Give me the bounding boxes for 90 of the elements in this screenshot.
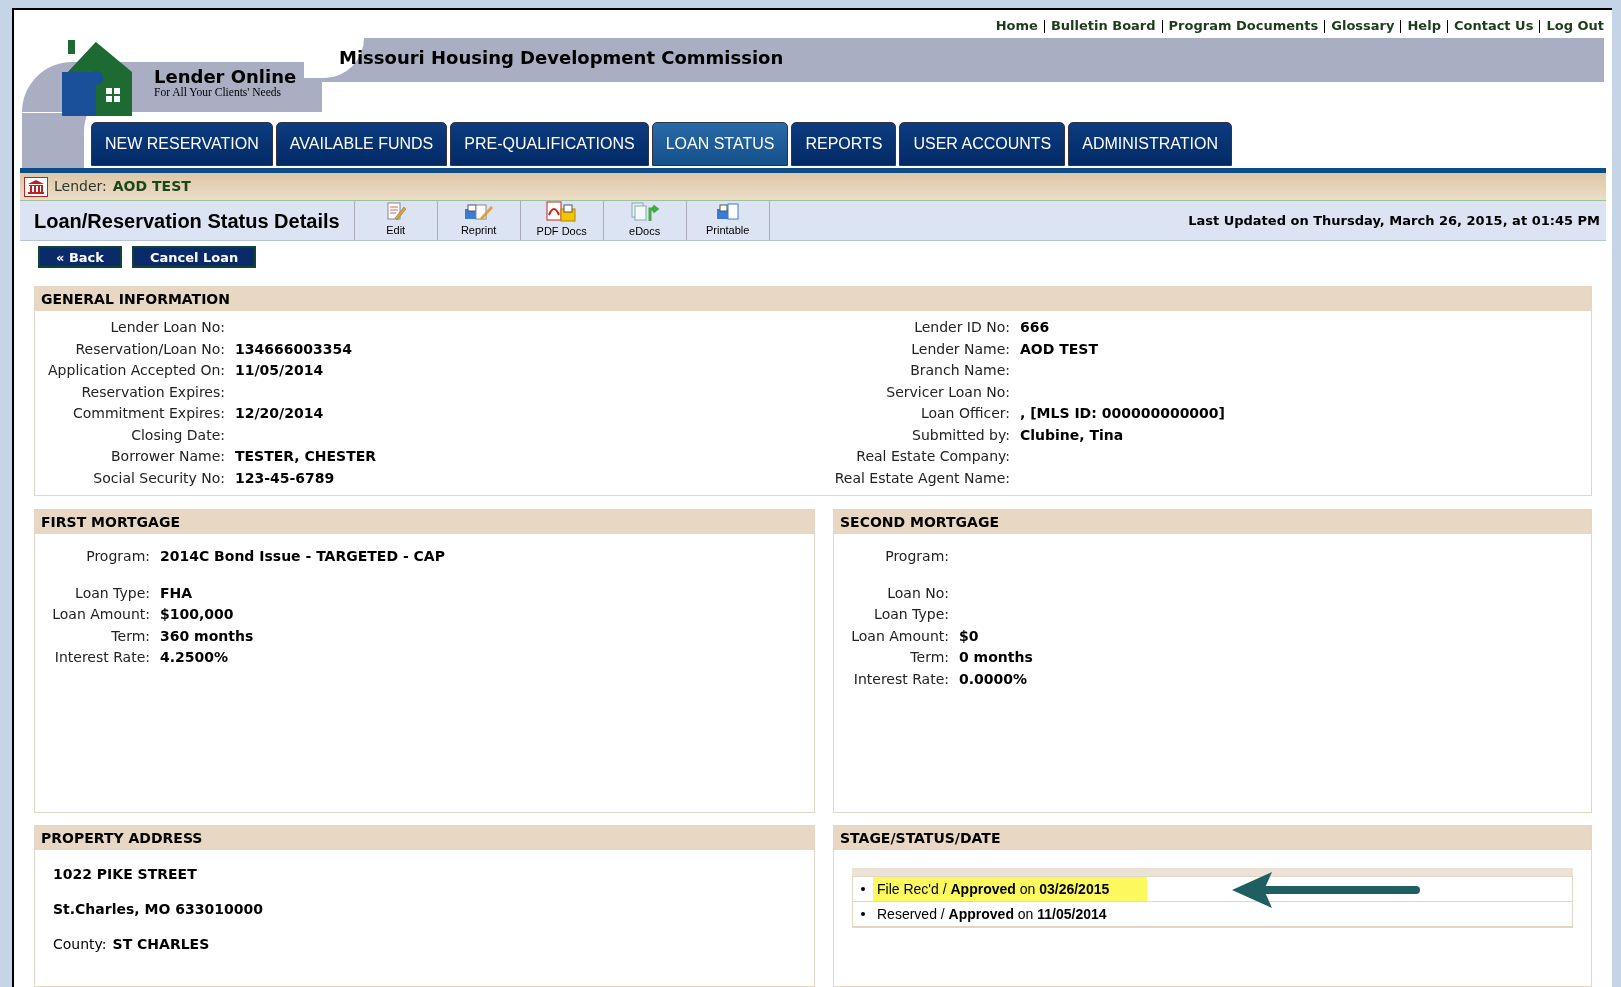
field-label: Closing Date: — [130, 425, 225, 445]
nav-tab[interactable]: LOAN STATUS — [651, 122, 789, 166]
section-title: GENERAL INFORMATION — [41, 289, 230, 309]
lender-label: Lender: — [54, 177, 107, 196]
field-label: Real Estate Agent Name: — [833, 468, 1010, 488]
field-label: Social Security No: — [92, 468, 225, 488]
logo-tagline: For All Your Clients' Needs — [154, 87, 282, 99]
nav-link[interactable]: Home — [995, 18, 1038, 34]
field-value: 666 — [1020, 318, 1050, 338]
nav-tab[interactable]: NEW RESERVATION — [91, 122, 273, 166]
field-label: Real Estate Company: — [855, 447, 1010, 467]
field-label: Commitment Expires: — [71, 404, 225, 424]
bank-icon — [24, 176, 48, 197]
field-label: Program: — [85, 547, 150, 567]
field-label: Loan Amount: — [51, 605, 150, 625]
field-label: Loan Amount: — [850, 626, 949, 646]
toolbar-button[interactable]: Reprint — [437, 201, 521, 240]
bullet-icon — [861, 912, 865, 916]
field-label: Submitted by: — [911, 425, 1010, 445]
field-value: TESTER, CHESTER — [235, 447, 377, 467]
field-value: ST CHARLES — [112, 935, 210, 954]
field-label: Loan Type: — [873, 605, 949, 625]
bullet-icon — [861, 887, 865, 891]
city-state-zip: St.Charles, MO 633010000 — [53, 900, 264, 919]
action-button[interactable]: Cancel Loan — [131, 246, 257, 268]
field-label: Lender Loan No: — [109, 318, 225, 338]
field-value: 360 months — [160, 626, 254, 646]
nav-link[interactable]: Log Out — [1546, 18, 1604, 34]
section-title: SECOND MORTGAGE — [840, 512, 999, 532]
printer-pencil-icon — [463, 202, 494, 223]
section-title: PROPERTY ADDRESS — [41, 828, 203, 848]
nav-link[interactable]: Bulletin Board — [1050, 18, 1156, 34]
field-value: 0.0000% — [959, 669, 1028, 689]
field-value: FHA — [160, 583, 193, 603]
field-label: Program: — [884, 547, 949, 567]
field-label: Loan Officer: — [919, 404, 1010, 424]
field-label: Reservation Expires: — [80, 382, 225, 402]
toolbar-button[interactable]: Printable — [686, 201, 770, 240]
organization-name: Missouri Housing Development Commission — [339, 47, 784, 68]
section-title: FIRST MORTGAGE — [41, 512, 180, 532]
pencil-document-icon — [384, 202, 407, 223]
nav-link[interactable]: Program Documents — [1168, 18, 1319, 34]
field-label: Term: — [110, 626, 150, 646]
section-title: STAGE/STATUS/DATE — [840, 828, 1001, 848]
toolbar-button[interactable]: eDocs — [603, 201, 687, 240]
status-entry: Reserved / Approved on 11/05/2014 — [876, 905, 1108, 924]
nav-link[interactable]: Glossary — [1331, 18, 1395, 34]
field-value: 12/20/2014 — [235, 404, 324, 424]
nav-link[interactable]: Help — [1407, 18, 1441, 34]
field-label: Application Accepted On: — [47, 361, 225, 381]
field-value: 0 months — [959, 648, 1033, 668]
field-value: 4.2500% — [160, 648, 229, 668]
page-title: Loan/Reservation Status Details — [34, 208, 340, 234]
field-label: County: — [53, 935, 107, 954]
field-value: $0 — [959, 626, 979, 646]
nav-tab[interactable]: PRE-QUALIFICATIONS — [450, 122, 649, 166]
field-value: 2014C Bond Issue - TARGETED - CAP — [160, 547, 445, 567]
logo-title: Lender Online — [154, 68, 297, 86]
field-value: 11/05/2014 — [235, 361, 324, 381]
field-label: Servicer Loan No: — [885, 382, 1010, 402]
field-label: Interest Rate: — [53, 648, 150, 668]
field-value: 134666003354 — [235, 339, 352, 359]
toolbar-button[interactable]: PDF Docs — [520, 201, 604, 240]
field-value: AOD TEST — [1020, 339, 1098, 359]
field-label: Lender Name: — [910, 339, 1010, 359]
field-label: Borrower Name: — [110, 447, 225, 467]
field-value: 123-45-6789 — [235, 468, 335, 488]
nav-tab[interactable]: AVAILABLE FUNDS — [275, 122, 448, 166]
field-label: Loan No: — [886, 583, 949, 603]
field-value: , [MLS ID: 000000000000] — [1020, 404, 1225, 424]
pdf-document-icon — [544, 201, 579, 224]
printer-document-icon — [715, 202, 740, 223]
street-address: 1022 PIKE STREET — [53, 865, 198, 884]
field-label: Reservation/Loan No: — [74, 339, 225, 359]
field-label: Term: — [909, 648, 949, 668]
nav-link[interactable]: Contact Us — [1453, 18, 1534, 34]
field-label: Branch Name: — [909, 361, 1010, 381]
action-button[interactable]: « Back — [38, 246, 122, 268]
nav-tab[interactable]: ADMINISTRATION — [1068, 122, 1232, 166]
field-label: Interest Rate: — [852, 669, 949, 689]
status-entry: File Rec'd / Approved on 03/26/2015 — [873, 877, 1148, 901]
toolbar-button[interactable]: Edit — [354, 201, 438, 240]
lender-name: AOD TEST — [112, 177, 191, 196]
field-value: Clubine, Tina — [1020, 425, 1124, 445]
nav-tab[interactable]: REPORTS — [791, 122, 897, 166]
nav-tab[interactable]: USER ACCOUNTS — [899, 122, 1066, 166]
last-updated-text: Last Updated on Thursday, March 26, 2015, at 01:45 PM — [1188, 212, 1600, 228]
field-label: Loan Type: — [74, 583, 150, 603]
field-value: $100,000 — [160, 605, 234, 625]
field-label: Lender ID No: — [913, 318, 1010, 338]
